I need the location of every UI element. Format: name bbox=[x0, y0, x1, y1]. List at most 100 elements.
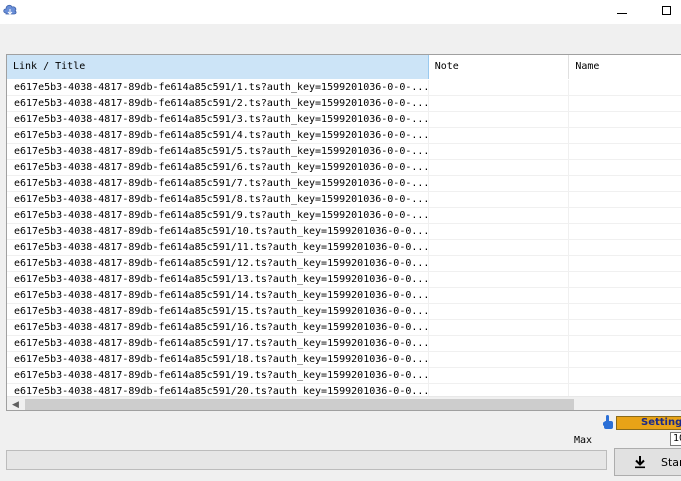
table-row[interactable]: e617e5b3-4038-4817-89db-fe614a85c591/10.… bbox=[7, 224, 681, 240]
name-cell bbox=[569, 384, 681, 396]
link-title-cell: e617e5b3-4038-4817-89db-fe614a85c591/20.… bbox=[7, 384, 429, 396]
name-cell bbox=[569, 96, 681, 112]
download-progress-bar bbox=[6, 450, 607, 470]
name-cell bbox=[569, 288, 681, 304]
name-cell bbox=[569, 352, 681, 368]
scroll-left-arrow-icon[interactable]: ◀ bbox=[7, 397, 24, 410]
link-title-cell: e617e5b3-4038-4817-89db-fe614a85c591/10.… bbox=[7, 224, 429, 240]
note-cell bbox=[429, 224, 570, 240]
link-title-cell: e617e5b3-4038-4817-89db-fe614a85c591/5.t… bbox=[7, 144, 429, 160]
column-header-name[interactable]: Name bbox=[569, 55, 681, 79]
table-row[interactable]: e617e5b3-4038-4817-89db-fe614a85c591/12.… bbox=[7, 256, 681, 272]
table-row[interactable]: e617e5b3-4038-4817-89db-fe614a85c591/14.… bbox=[7, 288, 681, 304]
start-button-label: Start bbox=[661, 455, 681, 469]
name-cell bbox=[569, 336, 681, 352]
table-row[interactable]: e617e5b3-4038-4817-89db-fe614a85c591/11.… bbox=[7, 240, 681, 256]
download-icon bbox=[635, 456, 645, 469]
note-cell bbox=[429, 80, 570, 96]
name-cell bbox=[569, 208, 681, 224]
link-title-cell: e617e5b3-4038-4817-89db-fe614a85c591/2.t… bbox=[7, 96, 429, 112]
name-cell bbox=[569, 112, 681, 128]
table-row[interactable]: e617e5b3-4038-4817-89db-fe614a85c591/18.… bbox=[7, 352, 681, 368]
name-cell bbox=[569, 144, 681, 160]
table-row[interactable]: e617e5b3-4038-4817-89db-fe614a85c591/1.t… bbox=[7, 80, 681, 96]
start-button[interactable]: Start bbox=[614, 448, 681, 476]
note-cell bbox=[429, 192, 570, 208]
note-cell bbox=[429, 176, 570, 192]
link-title-cell: e617e5b3-4038-4817-89db-fe614a85c591/8.t… bbox=[7, 192, 429, 208]
link-title-cell: e617e5b3-4038-4817-89db-fe614a85c591/1.t… bbox=[7, 80, 429, 96]
note-cell bbox=[429, 336, 570, 352]
name-cell bbox=[569, 272, 681, 288]
note-cell bbox=[429, 384, 570, 396]
note-cell bbox=[429, 368, 570, 384]
table-row[interactable]: e617e5b3-4038-4817-89db-fe614a85c591/4.t… bbox=[7, 128, 681, 144]
note-cell bbox=[429, 144, 570, 160]
table-row[interactable]: e617e5b3-4038-4817-89db-fe614a85c591/3.t… bbox=[7, 112, 681, 128]
table-row[interactable]: e617e5b3-4038-4817-89db-fe614a85c591/16.… bbox=[7, 320, 681, 336]
table-row[interactable]: e617e5b3-4038-4817-89db-fe614a85c591/2.t… bbox=[7, 96, 681, 112]
link-title-cell: e617e5b3-4038-4817-89db-fe614a85c591/7.t… bbox=[7, 176, 429, 192]
link-title-cell: e617e5b3-4038-4817-89db-fe614a85c591/13.… bbox=[7, 272, 429, 288]
note-cell bbox=[429, 160, 570, 176]
note-cell bbox=[429, 288, 570, 304]
name-cell bbox=[569, 128, 681, 144]
horizontal-scrollbar[interactable]: ◀ bbox=[7, 396, 681, 410]
table-row[interactable]: e617e5b3-4038-4817-89db-fe614a85c591/15.… bbox=[7, 304, 681, 320]
note-cell bbox=[429, 96, 570, 112]
link-title-cell: e617e5b3-4038-4817-89db-fe614a85c591/17.… bbox=[7, 336, 429, 352]
name-cell bbox=[569, 80, 681, 96]
table-row[interactable]: e617e5b3-4038-4817-89db-fe614a85c591/13.… bbox=[7, 272, 681, 288]
links-table[interactable]: Link / Title Note Name e617e5b3-4038-481… bbox=[6, 54, 681, 411]
note-cell bbox=[429, 256, 570, 272]
note-cell bbox=[429, 304, 570, 320]
note-cell bbox=[429, 320, 570, 336]
name-cell bbox=[569, 224, 681, 240]
table-row[interactable]: e617e5b3-4038-4817-89db-fe614a85c591/20.… bbox=[7, 384, 681, 396]
settings-button[interactable]: Settings bbox=[616, 416, 681, 430]
name-cell bbox=[569, 240, 681, 256]
table-row[interactable]: e617e5b3-4038-4817-89db-fe614a85c591/7.t… bbox=[7, 176, 681, 192]
table-row[interactable]: e617e5b3-4038-4817-89db-fe614a85c591/8.t… bbox=[7, 192, 681, 208]
note-cell bbox=[429, 272, 570, 288]
link-title-cell: e617e5b3-4038-4817-89db-fe614a85c591/14.… bbox=[7, 288, 429, 304]
controls-panel: Settings Max 10 Start bbox=[0, 411, 681, 481]
name-cell bbox=[569, 192, 681, 208]
link-title-cell: e617e5b3-4038-4817-89db-fe614a85c591/15.… bbox=[7, 304, 429, 320]
link-title-cell: e617e5b3-4038-4817-89db-fe614a85c591/19.… bbox=[7, 368, 429, 384]
hand-pointer-icon bbox=[603, 415, 613, 429]
name-cell bbox=[569, 176, 681, 192]
name-cell bbox=[569, 368, 681, 384]
column-header-link-title[interactable]: Link / Title bbox=[7, 55, 429, 79]
name-cell bbox=[569, 320, 681, 336]
table-row[interactable]: e617e5b3-4038-4817-89db-fe614a85c591/9.t… bbox=[7, 208, 681, 224]
link-title-cell: e617e5b3-4038-4817-89db-fe614a85c591/12.… bbox=[7, 256, 429, 272]
link-title-cell: e617e5b3-4038-4817-89db-fe614a85c591/16.… bbox=[7, 320, 429, 336]
maximize-button[interactable] bbox=[656, 2, 676, 18]
scrollbar-thumb[interactable] bbox=[25, 399, 574, 410]
table-row[interactable]: e617e5b3-4038-4817-89db-fe614a85c591/19.… bbox=[7, 368, 681, 384]
max-connections-input[interactable]: 10 bbox=[670, 432, 681, 446]
link-title-cell: e617e5b3-4038-4817-89db-fe614a85c591/11.… bbox=[7, 240, 429, 256]
note-cell bbox=[429, 208, 570, 224]
minimize-icon bbox=[617, 12, 627, 14]
name-cell bbox=[569, 256, 681, 272]
link-title-cell: e617e5b3-4038-4817-89db-fe614a85c591/9.t… bbox=[7, 208, 429, 224]
table-row[interactable]: e617e5b3-4038-4817-89db-fe614a85c591/6.t… bbox=[7, 160, 681, 176]
table-row[interactable]: e617e5b3-4038-4817-89db-fe614a85c591/17.… bbox=[7, 336, 681, 352]
note-cell bbox=[429, 352, 570, 368]
column-header-note[interactable]: Note bbox=[428, 55, 570, 79]
note-cell bbox=[429, 128, 570, 144]
minimize-button[interactable] bbox=[612, 2, 632, 18]
link-title-cell: e617e5b3-4038-4817-89db-fe614a85c591/3.t… bbox=[7, 112, 429, 128]
link-title-cell: e617e5b3-4038-4817-89db-fe614a85c591/18.… bbox=[7, 352, 429, 368]
link-title-cell: e617e5b3-4038-4817-89db-fe614a85c591/4.t… bbox=[7, 128, 429, 144]
table-row[interactable]: e617e5b3-4038-4817-89db-fe614a85c591/5.t… bbox=[7, 144, 681, 160]
table-header: Link / Title Note Name bbox=[7, 55, 681, 79]
name-cell bbox=[569, 304, 681, 320]
note-cell bbox=[429, 112, 570, 128]
max-label: Max bbox=[574, 435, 593, 446]
name-cell bbox=[569, 160, 681, 176]
note-cell bbox=[429, 240, 570, 256]
cloud-icon bbox=[3, 4, 17, 15]
